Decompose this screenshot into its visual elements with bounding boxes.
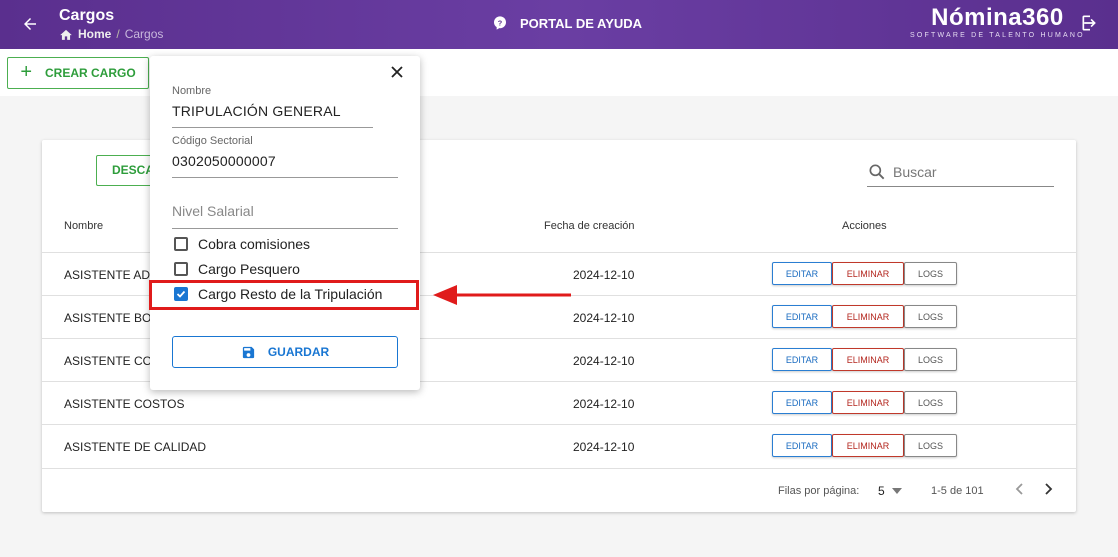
chevron-right-icon[interactable]: [1040, 481, 1056, 497]
rows-per-page-value: 5: [878, 484, 885, 498]
brand-name: Nómina360: [931, 4, 1064, 31]
app-header: Cargos Home / Cargos ? PORTAL DE AYUDA N…: [0, 0, 1118, 49]
table-row: ASISTENTE DE CALIDAD 2024-12-10 EDITAR E…: [42, 424, 1076, 467]
edit-cargo-popover: Nombre TRIPULACIÓN GENERAL Código Sector…: [150, 56, 420, 390]
back-arrow-icon[interactable]: [18, 12, 42, 36]
breadcrumb-current: Cargos: [124, 27, 164, 41]
logs-button[interactable]: LOGS: [904, 434, 957, 457]
name-field-underline: [172, 127, 373, 128]
save-button[interactable]: GUARDAR: [172, 336, 398, 368]
close-icon[interactable]: [389, 64, 405, 80]
search-input[interactable]: Buscar: [893, 164, 937, 180]
salary-level-field[interactable]: Nivel Salarial: [172, 203, 254, 219]
checkbox-cobra-comisiones[interactable]: Cobra comisiones: [174, 236, 310, 252]
search-icon: [869, 164, 885, 180]
table-pagination: Filas por página: 5 1-5 de 101: [42, 468, 1076, 512]
breadcrumb-home-label: Home: [78, 27, 112, 41]
edit-button[interactable]: EDITAR: [772, 305, 832, 328]
delete-button[interactable]: ELIMINAR: [832, 348, 904, 371]
row-date: 2024-12-10: [573, 268, 635, 282]
help-icon: ?: [494, 16, 506, 30]
brand-tagline: SOFTWARE DE TALENTO HUMANO: [910, 32, 1085, 39]
delete-button[interactable]: ELIMINAR: [832, 262, 904, 285]
breadcrumb-home[interactable]: Home: [59, 27, 111, 41]
code-field[interactable]: 0302050000007: [172, 153, 276, 169]
checkbox-cargo-pesquero[interactable]: Cargo Pesquero: [174, 261, 300, 277]
caret-down-icon: [891, 488, 902, 494]
edit-button[interactable]: EDITAR: [772, 434, 832, 457]
plus-icon: +: [20, 60, 32, 83]
logout-icon[interactable]: [1080, 13, 1102, 35]
logs-button[interactable]: LOGS: [904, 305, 957, 328]
annotation-highlight-box: [149, 280, 419, 310]
row-date: 2024-12-10: [573, 397, 635, 411]
rows-per-page-label: Filas por página:: [778, 485, 860, 497]
row-name: ASISTENTE COSTOS: [64, 397, 185, 411]
brand-logo: Nómina360 SOFTWARE DE TALENTO HUMANO: [910, 4, 1085, 40]
column-header-name[interactable]: Nombre: [64, 220, 103, 232]
row-date: 2024-12-10: [573, 440, 635, 454]
floppy-disk-icon: [242, 346, 254, 358]
home-icon: [60, 29, 72, 40]
code-field-underline: [172, 177, 398, 178]
logs-button[interactable]: LOGS: [904, 262, 957, 285]
checkbox-unchecked-icon[interactable]: [174, 262, 188, 276]
delete-button[interactable]: ELIMINAR: [832, 305, 904, 328]
logs-button[interactable]: LOGS: [904, 348, 957, 371]
delete-button[interactable]: ELIMINAR: [832, 434, 904, 457]
edit-button[interactable]: EDITAR: [772, 348, 832, 371]
chevron-left-icon[interactable]: [1012, 481, 1028, 497]
row-date: 2024-12-10: [573, 354, 635, 368]
code-field-label: Código Sectorial: [172, 135, 253, 147]
row-name: ASISTENTE BOD: [64, 311, 161, 325]
checkbox-label: Cargo Pesquero: [198, 261, 300, 277]
page-title: Cargos: [59, 7, 115, 24]
breadcrumb-separator: /: [116, 27, 120, 41]
row-date: 2024-12-10: [573, 311, 635, 325]
create-cargo-button[interactable]: + CREAR CARGO: [7, 57, 149, 89]
checkbox-unchecked-icon[interactable]: [174, 237, 188, 251]
row-name: ASISTENTE CON: [64, 354, 161, 368]
help-portal-label: PORTAL DE AYUDA: [520, 15, 643, 31]
logs-button[interactable]: LOGS: [904, 391, 957, 414]
edit-button[interactable]: EDITAR: [772, 391, 832, 414]
save-label: GUARDAR: [267, 345, 330, 359]
checkbox-label: Cobra comisiones: [198, 236, 311, 252]
row-name: ASISTENTE DE CALIDAD: [64, 440, 207, 454]
name-field[interactable]: TRIPULACIÓN GENERAL: [172, 103, 341, 119]
name-field-label: Nombre: [172, 85, 212, 97]
help-portal-link[interactable]: ? PORTAL DE AYUDA: [492, 15, 642, 31]
create-cargo-label: CREAR CARGO: [45, 66, 136, 80]
rows-per-page-select[interactable]: 5: [878, 484, 902, 498]
delete-button[interactable]: ELIMINAR: [832, 391, 904, 414]
row-name: ASISTENTE ADM: [64, 268, 161, 282]
column-header-actions: Acciones: [842, 220, 887, 232]
edit-button[interactable]: EDITAR: [772, 262, 832, 285]
page-range: 1-5 de 101: [931, 485, 984, 497]
breadcrumb: Home / Cargos: [59, 27, 163, 41]
column-header-date[interactable]: Fecha de creación: [544, 220, 635, 232]
search-field[interactable]: Buscar: [867, 158, 1054, 187]
salary-level-underline: [172, 228, 398, 229]
annotation-arrow-icon: [433, 285, 571, 305]
svg-text:?: ?: [498, 18, 503, 27]
